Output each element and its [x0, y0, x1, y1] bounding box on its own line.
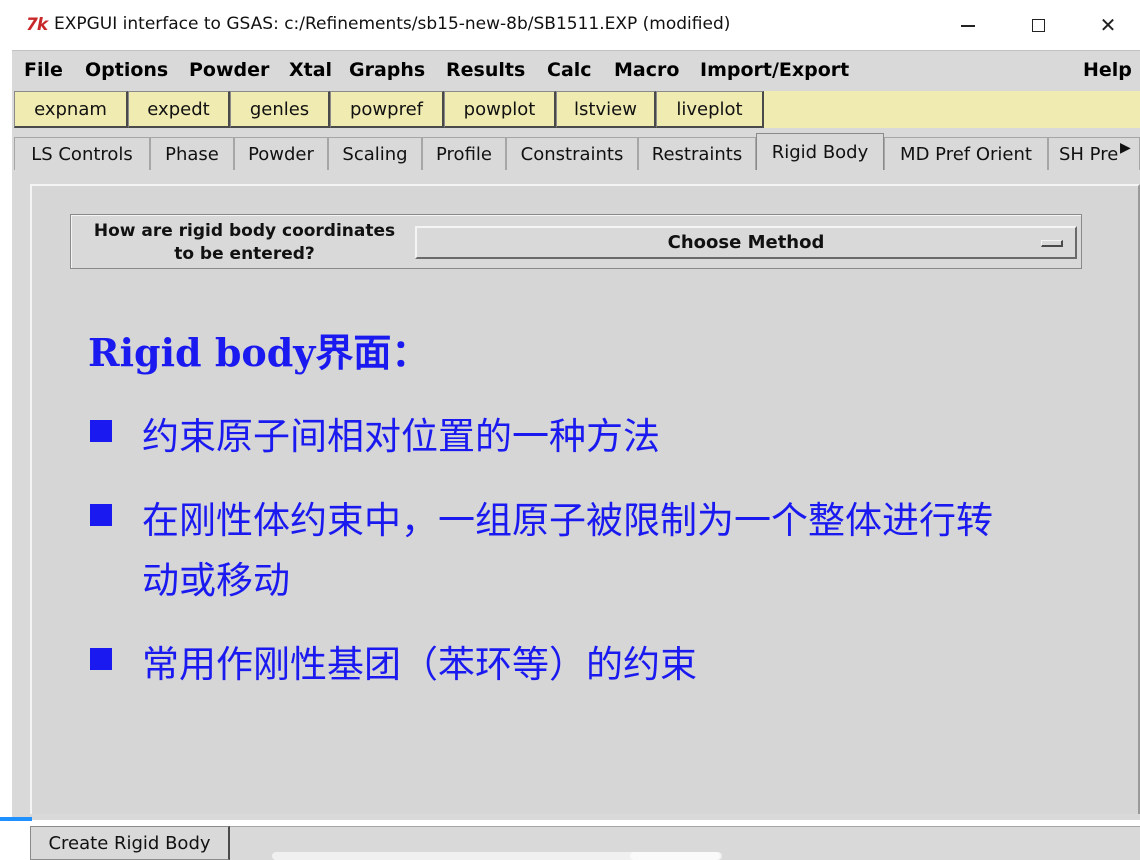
side-marker — [0, 817, 32, 821]
expnam-button[interactable]: expnam — [14, 91, 128, 128]
lstview-button[interactable]: lstview — [556, 91, 656, 128]
chevron-right-icon[interactable]: ▶ — [1120, 140, 1140, 162]
slide-heading: Rigid body界面： — [88, 330, 430, 375]
tab-bar: LS Controls Phase Powder Scaling Profile… — [12, 130, 1140, 170]
menu-xtal[interactable]: Xtal — [289, 59, 332, 81]
choose-method-select[interactable]: Choose Method — [415, 226, 1077, 259]
menu-powder[interactable]: Powder — [189, 59, 269, 81]
maximize-icon — [1031, 18, 1045, 32]
tab-rigid-body[interactable]: Rigid Body — [756, 133, 884, 170]
bullet-text-2: 在刚性体约束中，一组原子被限制为一个整体进行转 — [142, 499, 993, 542]
menu-file[interactable]: File — [24, 59, 63, 81]
minimize-icon — [961, 25, 975, 27]
question-line-1: How are rigid body coordinates — [93, 221, 396, 241]
bullet-text-3: 常用作刚性基团（苯环等）的约束 — [142, 643, 697, 686]
scrollbar-thumb[interactable] — [630, 852, 720, 860]
tab-profile[interactable]: Profile — [422, 137, 506, 170]
tab-md-pref-orient[interactable]: MD Pref Orient — [884, 137, 1048, 170]
coordinate-method-question: How are rigid body coordinates to be ent… — [77, 220, 412, 266]
bullet-text-2-cont: 动或移动 — [142, 559, 290, 602]
bullet-square-icon — [90, 648, 112, 670]
menu-macro[interactable]: Macro — [614, 59, 679, 81]
coordinate-method-box: How are rigid body coordinates to be ent… — [70, 214, 1082, 269]
maximize-button[interactable] — [1003, 0, 1073, 50]
bullet-square-icon — [90, 504, 112, 526]
menu-results[interactable]: Results — [446, 59, 525, 81]
powplot-button[interactable]: powplot — [444, 91, 556, 128]
close-icon: ✕ — [1099, 13, 1117, 37]
powpref-button[interactable]: powpref — [330, 91, 444, 128]
create-rigid-body-button[interactable]: Create Rigid Body — [30, 826, 230, 860]
bullet-text-1: 约束原子间相对位置的一种方法 — [142, 415, 660, 458]
minimize-button[interactable] — [933, 0, 1003, 50]
tk-logo-icon: 7k — [26, 15, 48, 35]
menu-bar: File Options Powder Xtal Graphs Results … — [12, 50, 1140, 88]
tab-constraints[interactable]: Constraints — [506, 137, 638, 170]
menu-options[interactable]: Options — [85, 59, 168, 81]
tab-restraints[interactable]: Restraints — [638, 137, 756, 170]
question-line-2: to be entered? — [174, 244, 315, 264]
tab-phase[interactable]: Phase — [150, 137, 234, 170]
bullet-square-icon — [90, 420, 112, 442]
genles-button[interactable]: genles — [230, 91, 330, 128]
expedt-button[interactable]: expedt — [128, 91, 230, 128]
toolbar: expnam expedt genles powpref powplot lst… — [12, 88, 1140, 130]
liveplot-button[interactable]: liveplot — [656, 91, 764, 128]
toolbar-filler — [764, 91, 1140, 128]
tab-powder[interactable]: Powder — [234, 137, 328, 170]
tab-scaling[interactable]: Scaling — [328, 137, 422, 170]
menu-calc[interactable]: Calc — [547, 59, 592, 81]
option-menu-indicator-icon — [1041, 240, 1063, 247]
window-title: EXPGUI interface to GSAS: c:/Refinements… — [54, 14, 731, 34]
menu-import-export[interactable]: Import/Export — [700, 59, 849, 81]
tab-ls-controls[interactable]: LS Controls — [14, 137, 150, 170]
title-bar: 7k EXPGUI interface to GSAS: c:/Refineme… — [0, 0, 1140, 50]
menu-graphs[interactable]: Graphs — [349, 59, 425, 81]
menu-help[interactable]: Help — [1083, 59, 1132, 81]
close-button[interactable]: ✕ — [1073, 0, 1140, 50]
choose-method-label: Choose Method — [667, 232, 825, 253]
